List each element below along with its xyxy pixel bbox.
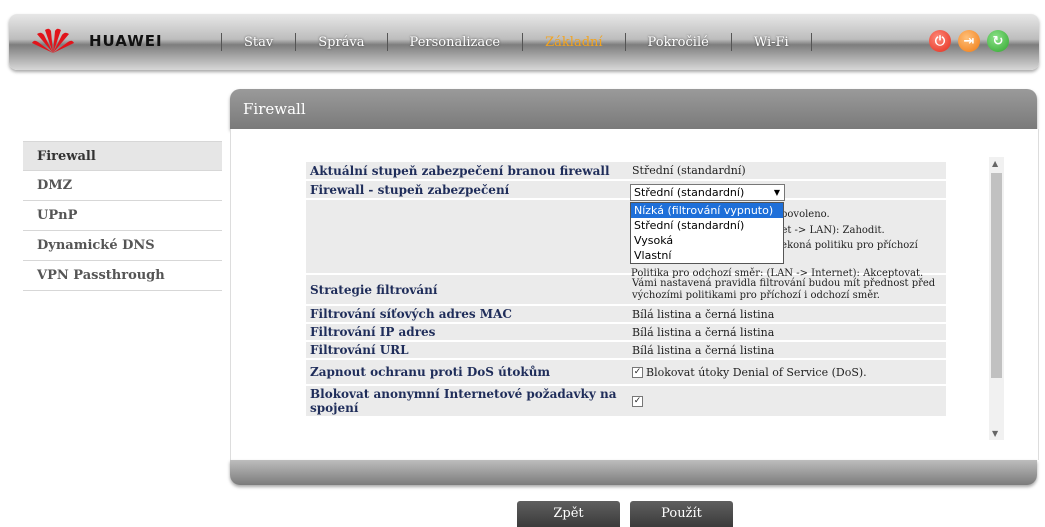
level-description-4: Politika pro odchozí směr: (LAN -> Inter… <box>631 268 924 279</box>
firewall-settings-table: Aktuální stupeň zabezpečení branou firew… <box>306 160 946 418</box>
chevron-down-icon: ▼ <box>773 188 780 197</box>
current-level-value: Střední (standardní) <box>629 162 946 179</box>
sidebar-item-firewall[interactable]: Firewall <box>23 141 222 171</box>
nav-separator <box>295 33 297 51</box>
dos-value: Blokovat útoky Denial of Service (DoS). <box>646 365 867 379</box>
nav-separator <box>624 33 626 51</box>
level-description-3: překoná politiku pro příchozí <box>770 240 918 251</box>
main-nav: Stav Správa Personalizace Základní Pokro… <box>199 32 834 52</box>
nav-item-personalizace[interactable]: Personalizace <box>410 35 501 50</box>
top-actions: ⏻ ⇥ ↻ <box>929 30 1009 52</box>
nav-item-sprava[interactable]: Správa <box>318 35 364 50</box>
table-row: Filtrování síťových adres MAC Bílá listi… <box>306 306 946 322</box>
sidebar-item-upnp[interactable]: UPnP <box>23 201 222 231</box>
mac-filter-label: Filtrování síťových adres MAC <box>306 306 629 322</box>
nav-item-pokrocile[interactable]: Pokročilé <box>648 35 709 50</box>
table-row: Zapnout ochranu proti DoS útokům ✓ Blokov… <box>306 360 946 384</box>
table-row: Filtrování URL Bílá listina a černá list… <box>306 342 946 358</box>
nav-item-stav[interactable]: Stav <box>244 35 273 50</box>
sidebar-item-dmz[interactable]: DMZ <box>23 171 222 201</box>
table-row: Blokovat anonymní Internetové požadavky … <box>306 386 946 416</box>
url-filter-value: Bílá listina a černá listina <box>629 342 946 358</box>
table-row: Aktuální stupeň zabezpečení branou firew… <box>306 162 946 179</box>
top-nav-bar: HUAWEI Stav Správa Personalizace Základn… <box>9 14 1039 70</box>
nav-separator <box>221 33 222 51</box>
panel-title: Firewall <box>243 100 306 118</box>
apply-button[interactable]: Použít <box>630 501 733 527</box>
ip-filter-value: Bílá listina a černá listina <box>629 324 946 340</box>
url-filter-label: Filtrování URL <box>306 342 629 358</box>
mac-filter-value: Bílá listina a černá listina <box>629 306 946 322</box>
sidebar-item-dynamic-dns[interactable]: Dynamické DNS <box>23 231 222 261</box>
level-description-2: net -> LAN): Zahodit. <box>775 225 885 236</box>
dos-label: Zapnout ochranu proti DoS útokům <box>306 360 629 384</box>
scrollbar-thumb[interactable] <box>991 173 1002 378</box>
panel-footer <box>230 460 1037 485</box>
logout-icon[interactable]: ⇥ <box>958 30 980 52</box>
strategy-label: Strategie filtrování <box>306 275 629 304</box>
huawei-logo-icon <box>32 28 74 53</box>
power-icon[interactable]: ⏻ <box>929 30 951 52</box>
table-row: Filtrování IP adres Bílá listina a černá… <box>306 324 946 340</box>
panel-scrollbar[interactable]: ▲ ▼ <box>989 157 1004 440</box>
security-level-select[interactable]: Střední (standardní) ▼ <box>630 184 785 201</box>
nav-item-wifi[interactable]: Wi-Fi <box>754 35 789 50</box>
nav-separator <box>810 33 812 51</box>
level-description-1: povoleno. <box>781 209 830 220</box>
scroll-down-icon[interactable]: ▼ <box>992 429 998 438</box>
sidebar-item-vpn-passthrough[interactable]: VPN Passthrough <box>23 261 222 291</box>
dropdown-option-custom[interactable]: Vlastní <box>631 248 783 263</box>
panel-header: Firewall <box>230 89 1037 129</box>
nav-item-zakladni[interactable]: Základní <box>545 35 602 50</box>
brand-name: HUAWEI <box>89 32 163 50</box>
nav-separator <box>522 33 524 51</box>
dos-checkbox[interactable]: ✓ <box>632 367 643 378</box>
anon-requests-checkbox[interactable]: ✓ <box>632 396 643 407</box>
level-label: Firewall - stupeň zabezpečení <box>306 181 629 198</box>
nav-separator <box>386 33 388 51</box>
table-row: Firewall - stupeň zabezpečení <box>306 181 946 198</box>
security-level-dropdown: Nízká (filtrování vypnuto) Střední (stan… <box>630 202 784 264</box>
back-button[interactable]: Zpět <box>517 501 620 527</box>
panel-body: Aktuální stupeň zabezpečení branou firew… <box>230 129 1039 460</box>
table-row: Strategie filtrování Vámi nastavená prav… <box>306 275 946 304</box>
sidebar: Firewall DMZ UPnP Dynamické DNS VPN Pass… <box>23 141 222 291</box>
dropdown-option-low[interactable]: Nízká (filtrování vypnuto) <box>631 203 783 218</box>
dropdown-option-high[interactable]: Vysoká <box>631 233 783 248</box>
strategy-value: Vámi nastavená pravidla filtrování budou… <box>629 275 946 304</box>
ip-filter-label: Filtrování IP adres <box>306 324 629 340</box>
table-row <box>306 200 946 273</box>
scroll-up-icon[interactable]: ▲ <box>992 159 998 168</box>
current-level-label: Aktuální stupeň zabezpečení branou firew… <box>306 162 629 179</box>
anon-requests-label: Blokovat anonymní Internetové požadavky … <box>306 386 629 416</box>
dropdown-option-medium[interactable]: Střední (standardní) <box>631 218 783 233</box>
nav-separator <box>730 33 732 51</box>
refresh-icon[interactable]: ↻ <box>987 30 1009 52</box>
security-level-select-value: Střední (standardní) <box>634 186 745 199</box>
